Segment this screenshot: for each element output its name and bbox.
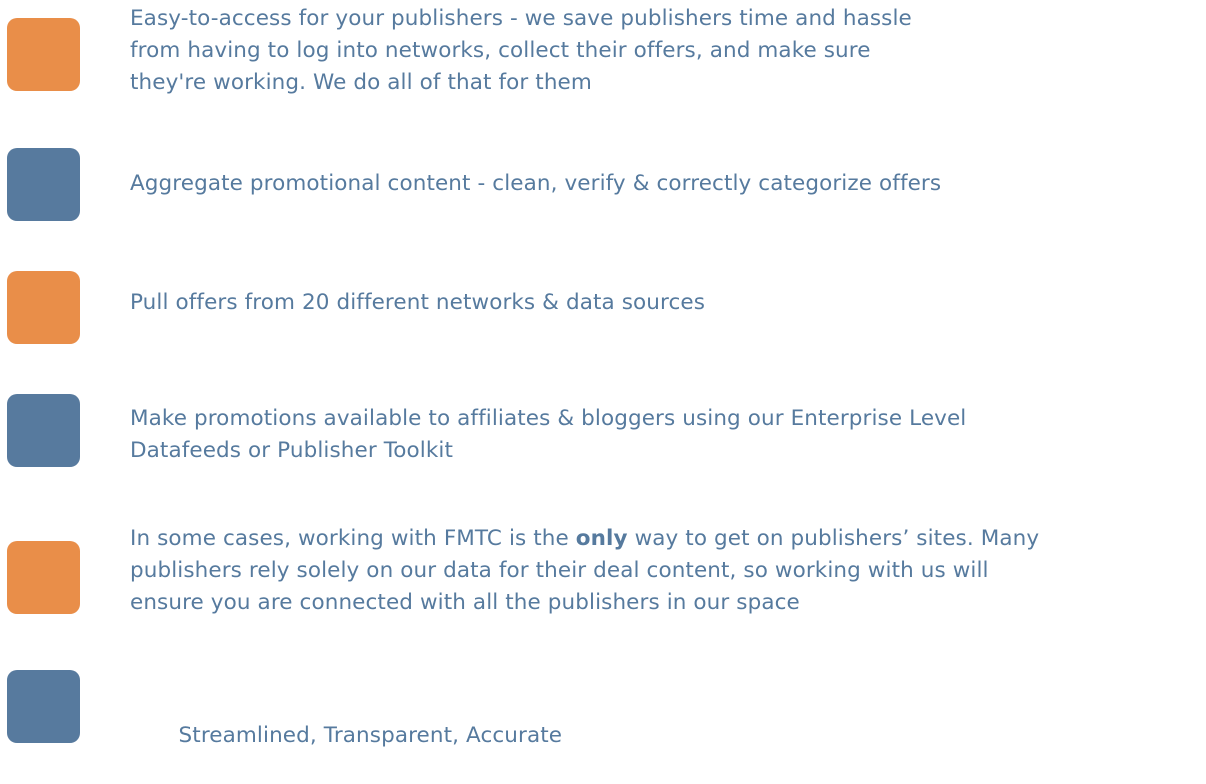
benefit-text: Make promotions available to affiliates …	[130, 403, 966, 467]
benefit-text-line: Make promotions available to affiliates …	[130, 406, 967, 431]
benefits-list: Easy-to-access for your publishers - we …	[0, 0, 1206, 748]
emphasis-only: only	[575, 526, 628, 551]
benefit-text-line: publishers rely solely on our data for t…	[130, 558, 989, 583]
benefit-text-line: In some cases, working with FMTC is the …	[130, 526, 1039, 551]
benefit-text-line: they're working. We do all of that for t…	[130, 70, 592, 95]
text-segment: way to get on publishers’ sites. Many	[627, 526, 1040, 551]
benefit-text: Easy-to-access for your publishers - we …	[130, 3, 912, 99]
benefit-text-line: ensure you are connected with all the pu…	[130, 590, 800, 615]
blue-square-bullet	[7, 148, 80, 221]
benefit-text-line: Aggregate promotional content - clean, v…	[130, 171, 942, 196]
blue-square-bullet	[7, 670, 80, 743]
benefit-text-line: Easy-to-access for your publishers - we …	[130, 6, 912, 31]
blue-square-bullet	[7, 394, 80, 467]
benefit-text-line: from having to log into networks, collec…	[130, 38, 871, 63]
text-segment: In some cases, working with FMTC is the	[130, 526, 576, 551]
benefit-text-line: Pull offers from 20 different networks &…	[130, 290, 706, 315]
orange-square-bullet	[7, 18, 80, 91]
benefit-text: Streamlined, Transparent, Accurate	[130, 688, 562, 784]
benefit-text-line: Datafeeds or Publisher Toolkit	[130, 438, 454, 463]
benefit-text-line: Streamlined, Transparent, Accurate	[171, 723, 563, 748]
benefit-text: Pull offers from 20 different networks &…	[130, 287, 705, 319]
benefit-text: Aggregate promotional content - clean, v…	[130, 168, 941, 200]
orange-square-bullet	[7, 271, 80, 344]
orange-square-bullet	[7, 541, 80, 614]
benefit-text: In some cases, working with FMTC is the …	[130, 523, 1039, 619]
